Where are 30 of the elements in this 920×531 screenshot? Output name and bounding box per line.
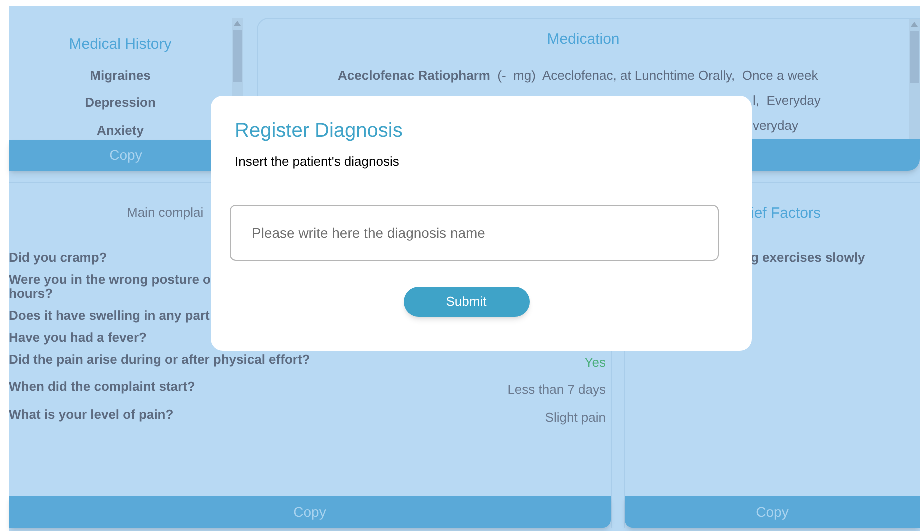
- question-text: Did you cramp?: [9, 250, 108, 264]
- medication-entry: veryday: [753, 116, 799, 134]
- copy-button[interactable]: Copy: [9, 496, 611, 528]
- medication-entry: Aceclofenac Ratiopharm (- mg) Aceclofenac, at Lunchtime Orally, Once a week: [338, 66, 818, 84]
- medication-title: Medication: [547, 30, 620, 50]
- scrollbar-thumb[interactable]: [233, 30, 242, 82]
- scrollbar-thumb[interactable]: [910, 31, 919, 83]
- scrollbar[interactable]: [909, 19, 920, 139]
- question-text: Does it have swelling in any part: [9, 308, 210, 322]
- copy-button[interactable]: Copy: [625, 496, 920, 528]
- medical-history-title: Medical History: [69, 35, 172, 55]
- relief-item: g exercises slowly: [751, 248, 866, 267]
- scroll-up-icon[interactable]: [911, 22, 918, 27]
- medication-entry: l, Everyday: [753, 92, 821, 108]
- scroll-up-icon[interactable]: [234, 21, 241, 26]
- question-text: Did the pain arise during or after physical effort?: [9, 352, 310, 369]
- history-item: Depression: [85, 94, 156, 112]
- question-text: When did the complaint start?: [9, 380, 196, 396]
- history-item: Anxiety: [97, 122, 144, 140]
- answer-text: Slight pain: [545, 408, 606, 427]
- history-item: Migraines: [90, 66, 151, 85]
- complaint-title: Main complai: [127, 204, 205, 222]
- question-text: Have you had a fever?: [9, 330, 147, 344]
- diagnosis-input[interactable]: Please write here the diagnosis name: [230, 204, 719, 260]
- answer-text: Yes: [584, 354, 606, 372]
- submit-button[interactable]: Submit: [404, 286, 530, 316]
- question-text: What is your level of pain?: [9, 408, 174, 424]
- answer-text: Less than 7 days: [508, 381, 606, 399]
- question-text: Were you in the wrong posture o hours?: [9, 272, 211, 300]
- relief-title: ief Factors: [751, 204, 822, 224]
